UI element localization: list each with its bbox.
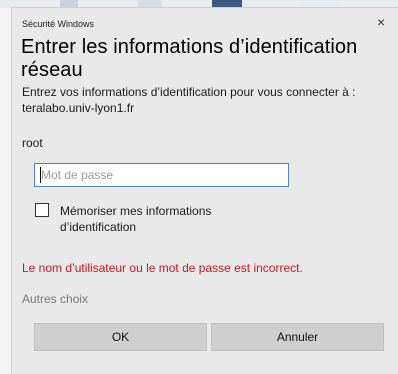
username-label: root bbox=[22, 136, 43, 150]
window-title: Sécurité Windows bbox=[22, 19, 95, 29]
more-choices-link[interactable]: Autres choix bbox=[22, 292, 88, 306]
password-input[interactable] bbox=[34, 163, 289, 187]
remember-checkbox[interactable] bbox=[35, 203, 49, 217]
dialog-description: Entrez vos informations d’identification… bbox=[22, 85, 356, 115]
ok-button[interactable]: OK bbox=[34, 323, 207, 351]
cancel-button[interactable]: Annuler bbox=[211, 323, 384, 351]
text-cursor bbox=[40, 167, 41, 183]
dialog-heading: Entrer les informations d’identification… bbox=[21, 36, 358, 81]
error-message: Le nom d’utilisateur ou le mot de passe … bbox=[22, 261, 303, 275]
remember-label[interactable]: Mémoriser mes informations d’identificat… bbox=[60, 203, 260, 235]
close-icon[interactable]: × bbox=[377, 15, 385, 29]
